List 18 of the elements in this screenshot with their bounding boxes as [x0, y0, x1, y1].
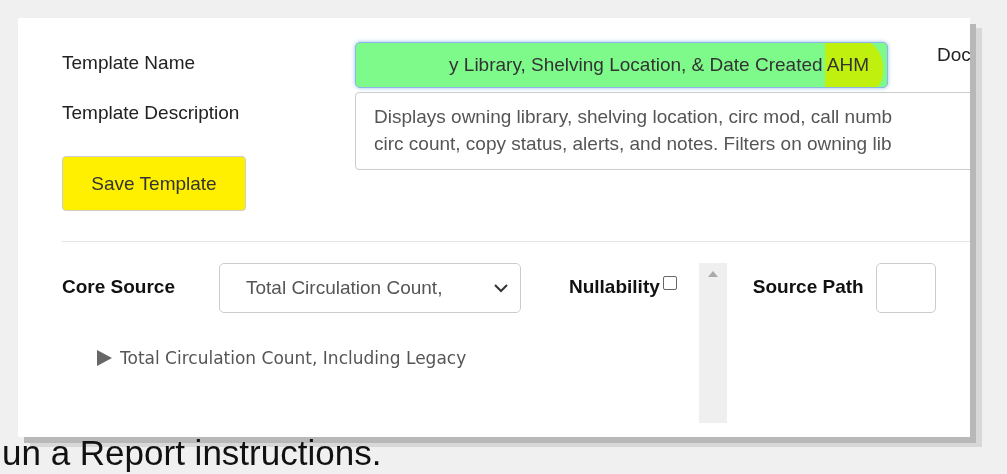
tree-item[interactable]: Total Circulation Count, Including Legacy	[96, 348, 521, 368]
scroll-up-icon	[707, 271, 718, 277]
field-label: Doc	[937, 43, 970, 67]
save-template-button[interactable]: Save Template	[62, 156, 246, 211]
field-label: Template Description	[62, 101, 241, 124]
field-value: y Library, Shelving Location, & Date Created AHM	[449, 54, 869, 76]
caption-text: un a Report instructions.	[2, 435, 383, 470]
chevron-down-icon	[494, 283, 508, 293]
template-name-field[interactable]: y Library, Shelving Location, & Date Created AHM	[355, 42, 888, 88]
field-label: Source Path	[752, 276, 864, 298]
source-path-field[interactable]	[875, 263, 936, 313]
scrollbar[interactable]	[698, 263, 727, 423]
field-label: Core Source	[62, 276, 175, 299]
field-label: Nullability	[569, 276, 660, 298]
description-field[interactable]: Displays owning library, shelving location, circ mod, call numb circ count, copy status, alerts, and notes. Filters on owning lib	[355, 92, 970, 170]
field-label: Template Name	[62, 51, 197, 75]
nullability-checkbox[interactable]	[662, 276, 677, 290]
core-source-select[interactable]: Total Circulation Count,	[219, 263, 521, 313]
